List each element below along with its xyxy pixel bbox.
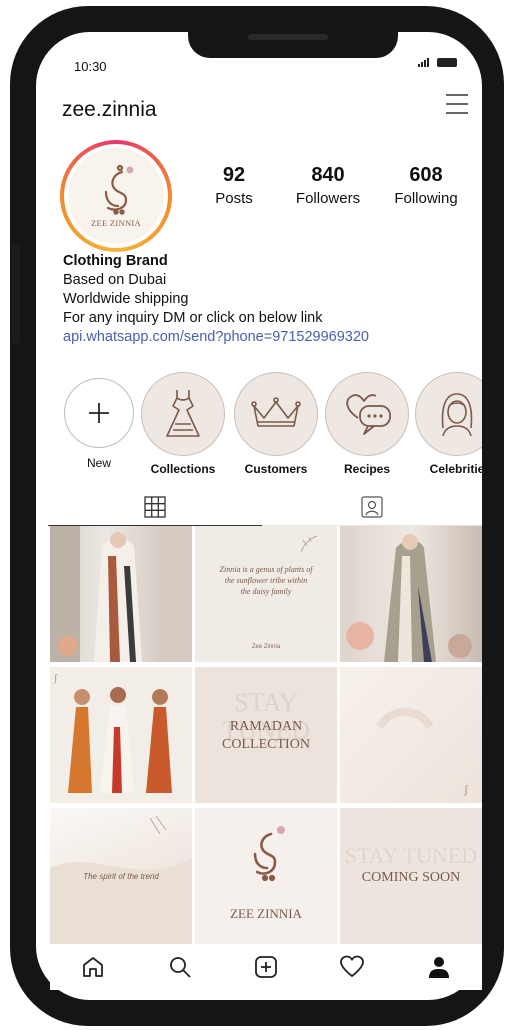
crown-icon <box>251 397 301 427</box>
highlight-label: Celebritie <box>429 462 482 476</box>
highlight-label: Recipes <box>343 462 391 476</box>
avatar-brand-text: ZEE ZINNIA <box>91 218 141 228</box>
post-tile[interactable]: ʃ <box>50 667 192 803</box>
followers-count: 840 <box>311 164 345 186</box>
post-tile[interactable]: STAY TUNED RAMADAN COLLECTION <box>195 667 337 803</box>
post-quote-text: Zinnia is a genus of plants of the sunfl… <box>219 565 313 596</box>
hamburger-menu-icon[interactable] <box>446 92 468 116</box>
nav-search[interactable] <box>160 947 200 987</box>
post-image: ʃ <box>53 673 172 793</box>
grid-icon <box>144 495 166 518</box>
notch <box>188 24 398 58</box>
post-tile[interactable]: ZEE ZINNIA <box>195 808 337 944</box>
profile-icon <box>428 957 449 978</box>
post-title: COMING SOON <box>361 870 461 885</box>
tab-tagged[interactable] <box>262 488 482 526</box>
post-title-line2: COLLECTION <box>222 737 310 752</box>
signal-icon <box>418 57 429 67</box>
highlight-celebrities[interactable]: Celebritie <box>414 372 482 476</box>
bio-link[interactable]: api.whatsapp.com/send?phone=971529969320 <box>63 328 463 347</box>
add-post-icon <box>255 956 277 978</box>
followers-label: Followers <box>295 190 361 207</box>
profile-tabs <box>48 488 482 526</box>
highlight-recipes[interactable]: Recipes <box>324 372 410 476</box>
highlight-new[interactable]: New <box>56 372 142 470</box>
tagged-icon <box>361 495 383 518</box>
stat-followers[interactable]: 840 Followers <box>290 164 366 207</box>
bottom-nav <box>50 944 482 990</box>
post-tile[interactable]: ʃ <box>340 667 482 803</box>
post-quote-brand: Zee Zinnia <box>251 644 281 650</box>
svg-text:ʃ: ʃ <box>53 673 58 684</box>
highlight-label: Collections <box>150 462 216 476</box>
post-tile[interactable]: Zinnia is a genus of plants of the sunfl… <box>195 526 337 662</box>
story-highlights: New Collections Customers Recipes Celebr… <box>56 372 482 482</box>
highlight-customers[interactable]: Customers <box>233 372 319 476</box>
highlight-label: Customers <box>244 462 308 476</box>
bio-category: Clothing Brand <box>63 253 168 269</box>
leaf-doodle <box>300 535 318 553</box>
post-title-line1: RAMADAN <box>229 719 303 734</box>
dress-icon <box>166 390 200 437</box>
tab-grid[interactable] <box>48 488 262 526</box>
nav-home[interactable] <box>73 947 113 987</box>
posts-grid: Zinnia is a genus of plants of the sunfl… <box>50 526 482 944</box>
phone-side-button <box>12 244 20 344</box>
post-tile[interactable]: The spirit of the trend <box>50 808 192 944</box>
notch-speaker <box>248 34 328 40</box>
woman-icon <box>441 393 473 437</box>
nav-profile[interactable] <box>419 947 459 987</box>
post-tile[interactable] <box>340 526 482 662</box>
bio-line: For any inquiry DM or click on below lin… <box>63 310 323 326</box>
activity-heart-icon <box>340 955 365 978</box>
highlight-label: New <box>86 456 111 470</box>
bio-line: Based on Dubai <box>63 272 167 288</box>
posts-label: Posts <box>215 190 253 207</box>
nav-activity[interactable] <box>332 947 372 987</box>
following-count: 608 <box>409 164 443 186</box>
post-image: ʃ <box>376 708 469 796</box>
highlight-collections[interactable]: Collections <box>140 372 226 476</box>
post-logo-text: ZEE ZINNIA <box>230 906 302 921</box>
posts-count: 92 <box>222 164 246 186</box>
plus-icon <box>89 403 109 423</box>
battery-icon <box>437 58 457 67</box>
avatar: ZEE ZINNIA <box>68 148 164 244</box>
heart-chat-icon <box>346 394 391 435</box>
search-icon <box>169 957 191 978</box>
brand-logo-icon <box>253 826 285 882</box>
stat-posts[interactable]: 92 Posts <box>209 164 259 207</box>
post-caption-text: The spirit of the trend <box>83 872 159 881</box>
post-tile[interactable] <box>50 526 192 662</box>
avatar-story-ring[interactable]: ZEE ZINNIA <box>60 140 172 252</box>
stat-following[interactable]: 608 Following <box>388 164 464 207</box>
status-time: 10:30 <box>74 59 107 74</box>
post-image <box>346 534 472 662</box>
post-image <box>50 526 192 662</box>
nav-add-post[interactable] <box>246 947 286 987</box>
svg-text:ʃ: ʃ <box>463 782 469 796</box>
profile-username: zee.zinnia <box>62 98 157 121</box>
following-label: Following <box>394 190 458 207</box>
brand-logo-icon <box>104 164 134 215</box>
status-icons <box>418 57 457 67</box>
post-tile[interactable]: STAY TUNED COMING SOON <box>340 808 482 944</box>
bio-line: Worldwide shipping <box>63 291 189 307</box>
profile-bio: Clothing Brand Based on Dubai Worldwide … <box>63 252 463 347</box>
home-icon <box>83 957 104 977</box>
post-bg-text: STAY TUNED <box>344 843 478 868</box>
